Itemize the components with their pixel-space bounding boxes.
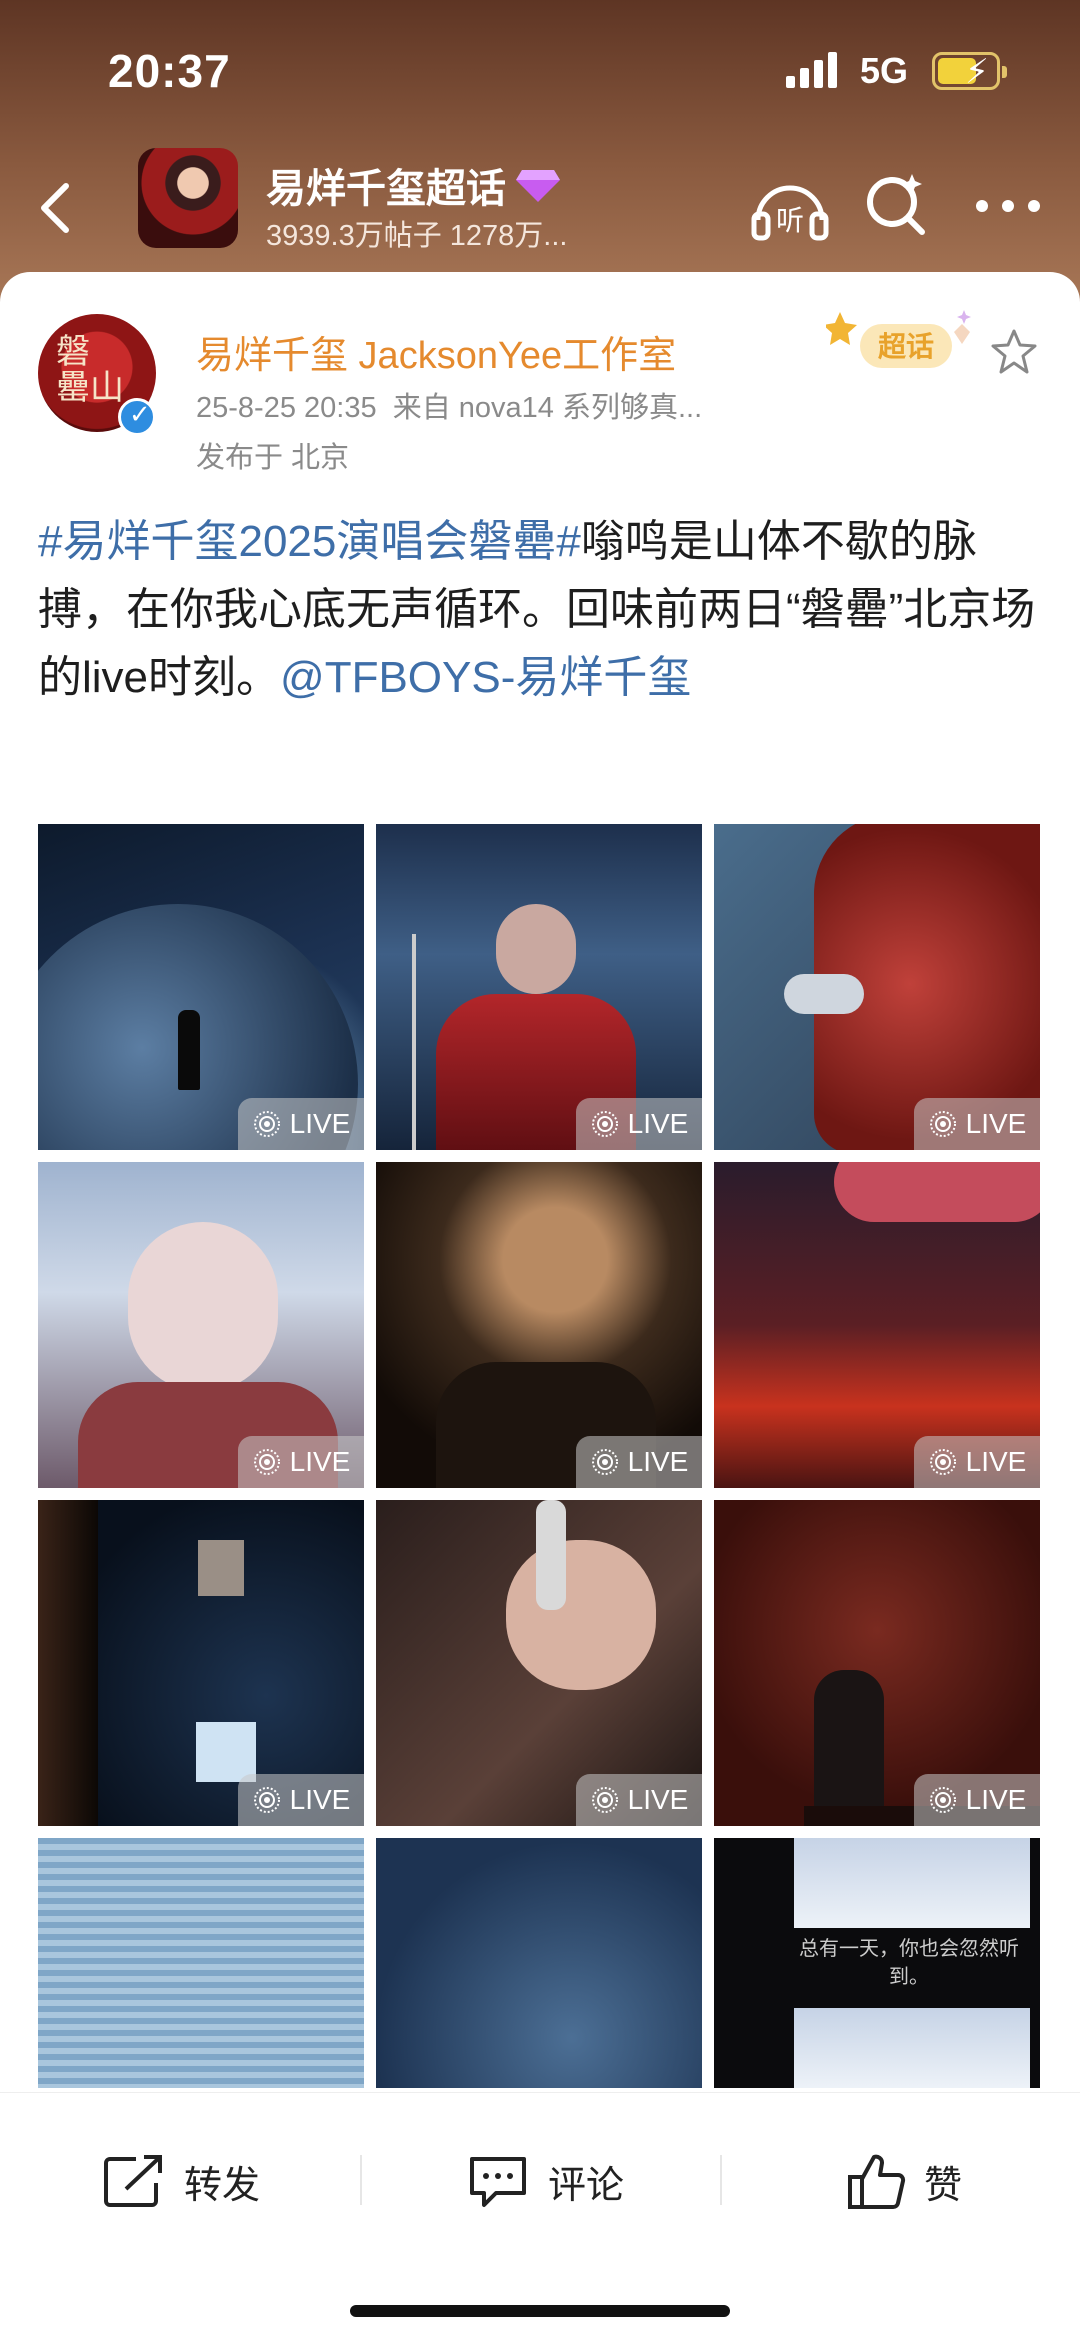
thumbs-up-icon bbox=[848, 2154, 906, 2209]
post-text: #易烊千玺2025演唱会磐罍#嗡鸣是山体不歇的脉搏，在你我心底无声循环。回味前两… bbox=[38, 508, 1048, 712]
live-label: LIVE bbox=[289, 1446, 351, 1477]
screen-caption: 总有一天，你也会忽然听到。 bbox=[799, 1936, 1019, 1988]
live-photo-icon bbox=[929, 1787, 956, 1813]
live-label: LIVE bbox=[965, 1108, 1027, 1139]
network-type: 5G bbox=[860, 50, 909, 91]
live-label: LIVE bbox=[289, 1108, 351, 1139]
repost-button[interactable]: 转发 bbox=[102, 2143, 260, 2219]
photo-tile-2[interactable]: LIVE bbox=[376, 824, 702, 1150]
photo-tile-9[interactable]: LIVE bbox=[714, 1500, 1040, 1826]
repost-icon bbox=[104, 2155, 162, 2207]
live-badge: LIVE bbox=[576, 1436, 702, 1488]
photo-tile-11[interactable] bbox=[376, 1838, 702, 2088]
action-divider bbox=[360, 2155, 362, 2205]
live-badge: LIVE bbox=[238, 1436, 364, 1488]
live-photo-icon bbox=[929, 1449, 956, 1475]
author-name[interactable]: 易烊千玺 JacksonYee工作室 bbox=[196, 324, 676, 379]
post-meta: 25-8-25 20:35 来自 nova14 系列够真... bbox=[196, 384, 702, 426]
live-photo-icon bbox=[253, 1787, 280, 1813]
photo-tile-8[interactable]: LIVE bbox=[376, 1500, 702, 1826]
topic-title-text: 易烊千玺超话 bbox=[266, 167, 506, 211]
more-icon[interactable] bbox=[972, 196, 1044, 216]
action-divider bbox=[720, 2155, 722, 2205]
topic-stats: 3939.3万帖子 1278万... bbox=[266, 220, 568, 252]
photo-tile-10[interactable] bbox=[38, 1838, 364, 2088]
supertopic-badge[interactable]: 超话 bbox=[826, 308, 974, 378]
live-photo-icon bbox=[591, 1111, 618, 1137]
supertopic-label: 超话 bbox=[878, 330, 934, 363]
like-label: 赞 bbox=[924, 2164, 963, 2207]
photo-tile-4[interactable]: LIVE bbox=[38, 1162, 364, 1488]
live-label: LIVE bbox=[627, 1784, 689, 1815]
live-label: LIVE bbox=[627, 1446, 689, 1477]
live-badge: LIVE bbox=[238, 1098, 364, 1150]
post-date: 25-8-25 20:35 bbox=[196, 392, 377, 424]
live-photo-icon bbox=[591, 1787, 618, 1813]
post-mention[interactable]: @TFBOYS-易烊千玺 bbox=[280, 653, 691, 702]
live-badge: LIVE bbox=[238, 1774, 364, 1826]
photo-tile-3[interactable]: LIVE bbox=[714, 824, 1040, 1150]
live-photo-icon bbox=[591, 1449, 618, 1475]
live-photo-icon bbox=[253, 1449, 280, 1475]
status-bar: 20:37 5G ⚡ bbox=[0, 0, 1080, 140]
live-badge: LIVE bbox=[914, 1098, 1040, 1150]
favorite-star-icon[interactable] bbox=[990, 328, 1038, 376]
live-label: LIVE bbox=[965, 1446, 1027, 1477]
svg-text:听: 听 bbox=[776, 204, 804, 237]
live-label: LIVE bbox=[965, 1784, 1027, 1815]
live-badge: LIVE bbox=[914, 1436, 1040, 1488]
action-bar: 转发 评论 赞 bbox=[0, 2092, 1080, 2338]
status-time: 20:37 bbox=[108, 45, 231, 97]
post-card: 磐罍山 ✓ 易烊千玺 JacksonYee工作室 25-8-25 20:35 来… bbox=[0, 272, 1080, 2092]
live-photo-icon bbox=[253, 1111, 280, 1137]
topic-nav-bar: 易烊千玺超话 3939.3万帖子 1278万... 听 bbox=[0, 140, 1080, 270]
search-icon[interactable] bbox=[862, 168, 934, 240]
comment-icon bbox=[470, 2157, 526, 2207]
topic-avatar[interactable] bbox=[138, 148, 238, 248]
listen-icon[interactable]: 听 bbox=[748, 170, 832, 246]
like-button[interactable]: 赞 bbox=[846, 2143, 962, 2219]
signal-icon bbox=[786, 52, 838, 92]
battery-icon: ⚡ bbox=[932, 52, 1007, 91]
photo-tile-6[interactable]: LIVE bbox=[714, 1162, 1040, 1488]
comment-label: 评论 bbox=[548, 2164, 625, 2207]
live-label: LIVE bbox=[289, 1784, 351, 1815]
live-badge: LIVE bbox=[576, 1774, 702, 1826]
comment-button[interactable]: 评论 bbox=[466, 2143, 624, 2219]
photo-tile-12[interactable]: 总有一天，你也会忽然听到。 bbox=[714, 1838, 1040, 2088]
live-label: LIVE bbox=[627, 1108, 689, 1139]
live-photo-icon bbox=[929, 1111, 956, 1137]
avatar-logo: 磐罍山 bbox=[56, 332, 124, 408]
post-hashtag[interactable]: #易烊千玺2025演唱会磐罍# bbox=[38, 517, 581, 566]
back-arrow-icon[interactable] bbox=[28, 168, 88, 248]
photo-tile-5[interactable]: LIVE bbox=[376, 1162, 702, 1488]
photo-tile-7[interactable]: LIVE bbox=[38, 1500, 364, 1826]
gem-icon bbox=[516, 170, 560, 202]
live-badge: LIVE bbox=[914, 1774, 1040, 1826]
live-badge: LIVE bbox=[576, 1098, 702, 1150]
verified-icon: ✓ bbox=[118, 398, 156, 436]
repost-label: 转发 bbox=[184, 2164, 261, 2207]
topic-title[interactable]: 易烊千玺超话 bbox=[266, 156, 560, 214]
post-location: 发布于 北京 bbox=[196, 442, 350, 474]
home-indicator[interactable] bbox=[350, 2305, 730, 2317]
post-source[interactable]: 来自 nova14 系列够真... bbox=[393, 392, 702, 424]
photo-tile-1[interactable]: LIVE bbox=[38, 824, 364, 1150]
